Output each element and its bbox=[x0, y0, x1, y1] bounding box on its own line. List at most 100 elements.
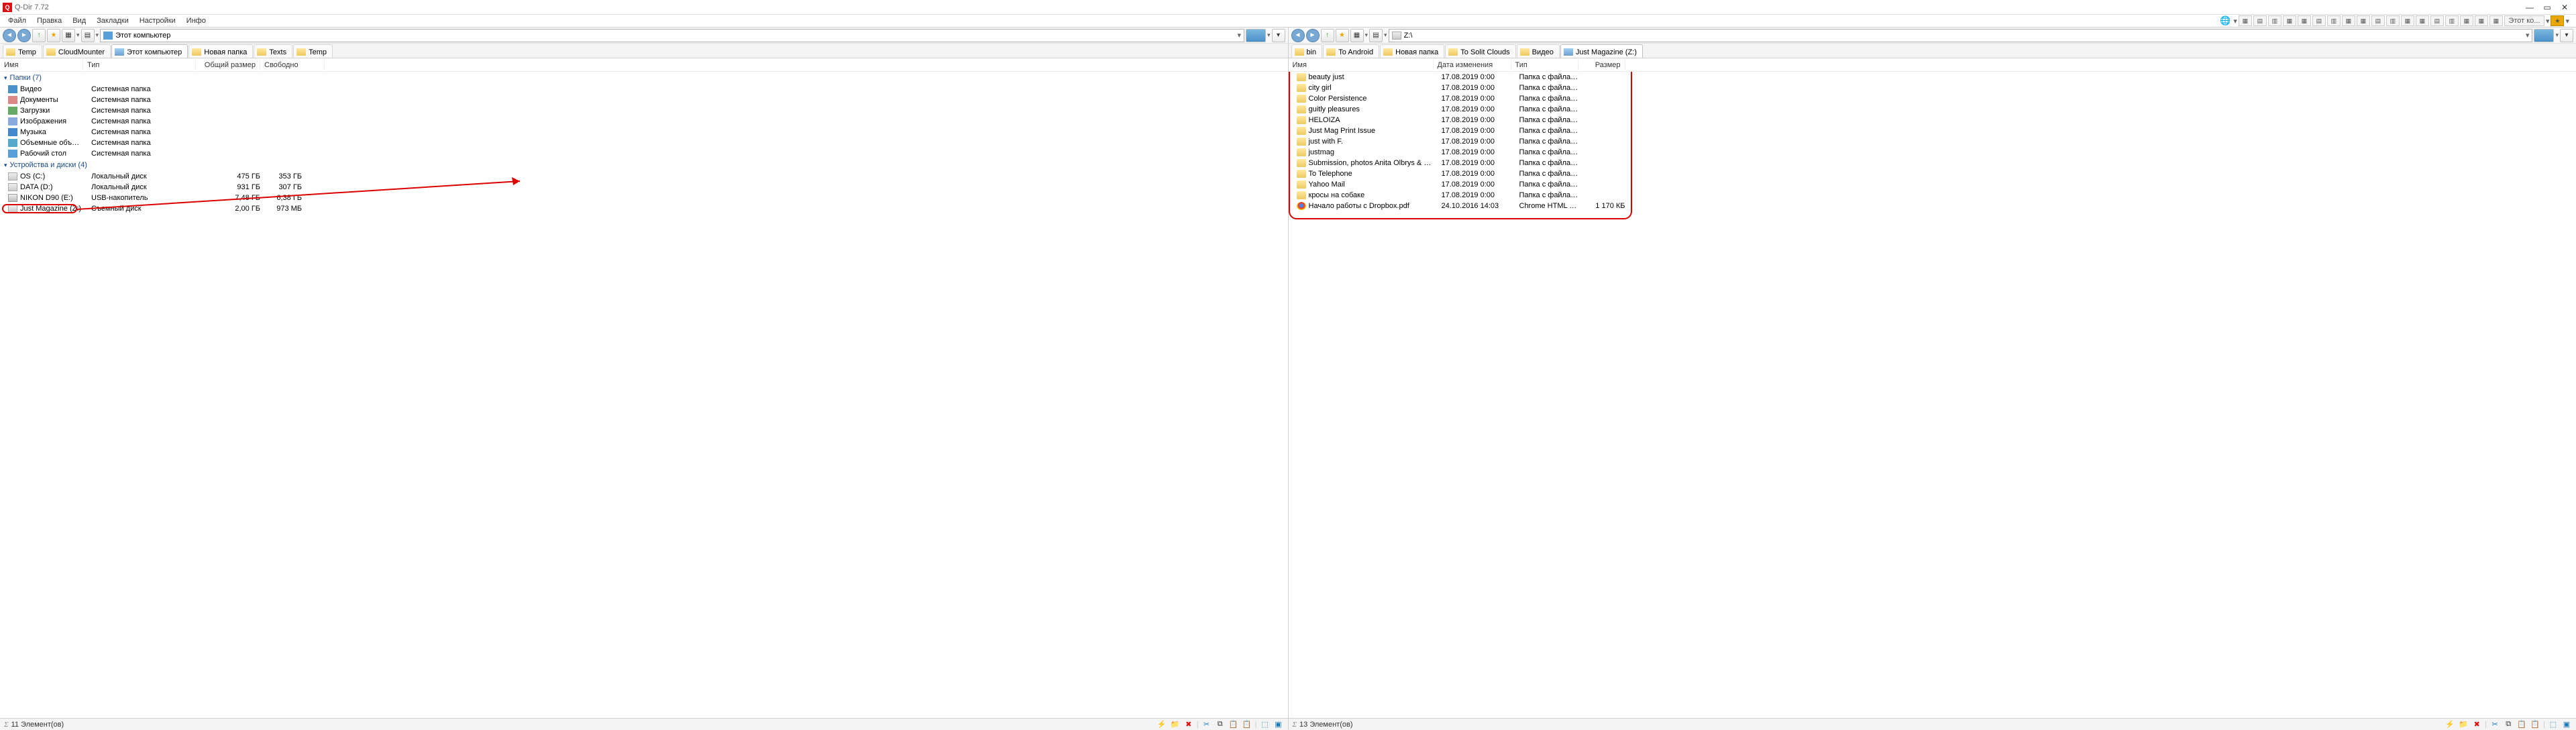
layout-btn-11[interactable]: ▥ bbox=[2386, 15, 2400, 26]
layout-btn-6[interactable]: ▤ bbox=[2312, 15, 2326, 26]
copy-icon[interactable]: ⧉ bbox=[1215, 720, 1226, 729]
list-row[interactable]: ЗагрузкиСистемная папка bbox=[0, 105, 1288, 116]
close-button[interactable]: ✕ bbox=[2556, 1, 2573, 13]
right-extra-button[interactable]: ▾ bbox=[2560, 29, 2573, 42]
folder-icon[interactable]: 📁 bbox=[1170, 720, 1181, 729]
up-button[interactable]: ↑ bbox=[32, 29, 46, 42]
delete-icon[interactable]: ✖ bbox=[2471, 720, 2482, 729]
list-row[interactable]: just with F.17.08.2019 0:00Папка с файла… bbox=[1289, 136, 2576, 147]
list-row[interactable]: NIKON D90 (E:)USB-накопитель7,48 ГБ6,38 … bbox=[0, 193, 1288, 203]
cut-icon[interactable]: ✂ bbox=[1201, 720, 1212, 729]
grid-button[interactable]: ▦ bbox=[62, 29, 75, 42]
expand-icon[interactable]: ▣ bbox=[2561, 720, 2572, 729]
filter-button[interactable]: ▤ bbox=[81, 29, 95, 42]
tab[interactable]: Just Magazine (Z:) bbox=[1560, 44, 1643, 58]
layout-btn-13[interactable]: ▦ bbox=[2416, 15, 2429, 26]
col-type[interactable]: Тип bbox=[83, 60, 196, 70]
left-list-body[interactable]: Папки (7)ВидеоСистемная папкаДокументыСи… bbox=[0, 72, 1288, 718]
list-row[interactable]: city girl17.08.2019 0:00Папка с файлами bbox=[1289, 83, 2576, 93]
list-row[interactable]: justmag17.08.2019 0:00Папка с файлами bbox=[1289, 147, 2576, 158]
minimize-button[interactable]: — bbox=[2521, 1, 2538, 13]
list-row[interactable]: ДокументыСистемная папка bbox=[0, 95, 1288, 105]
col-size[interactable]: Размер bbox=[1578, 60, 1625, 70]
list-row[interactable]: ИзображенияСистемная папка bbox=[0, 116, 1288, 127]
list-row[interactable]: OS (C:)Локальный диск475 ГБ353 ГБ bbox=[0, 171, 1288, 182]
tab[interactable]: Texts bbox=[254, 44, 292, 58]
tab[interactable]: Видео bbox=[1517, 44, 1560, 58]
up-button[interactable]: ↑ bbox=[1321, 29, 1334, 42]
filter-button[interactable]: ▤ bbox=[1369, 29, 1383, 42]
list-row[interactable]: Рабочий столСистемная папка bbox=[0, 148, 1288, 159]
layout-btn-7[interactable]: ▥ bbox=[2327, 15, 2341, 26]
layout-btn-8[interactable]: ▦ bbox=[2342, 15, 2355, 26]
tab[interactable]: Temp bbox=[3, 44, 42, 58]
list-row[interactable]: ВидеоСистемная папка bbox=[0, 84, 1288, 95]
list-row[interactable]: Submission, photos Anita Olbrys & Zbigni… bbox=[1289, 158, 2576, 168]
left-extra-button[interactable]: ▾ bbox=[1272, 29, 1285, 42]
list-row[interactable]: DATA (D:)Локальный диск931 ГБ307 ГБ bbox=[0, 182, 1288, 193]
right-address-bar[interactable]: Z:\ ▾ bbox=[1389, 29, 2533, 42]
list-row[interactable]: кросы на собаке17.08.2019 0:00Папка с фа… bbox=[1289, 190, 2576, 201]
layout-btn-1[interactable]: ▦ bbox=[2239, 15, 2252, 26]
col-date[interactable]: Дата изменения bbox=[1434, 60, 1511, 70]
tab[interactable]: Temp bbox=[293, 44, 333, 58]
layout-btn-9[interactable]: ▦ bbox=[2357, 15, 2370, 26]
tab[interactable]: bin bbox=[1291, 44, 1323, 58]
cut-icon[interactable]: ✂ bbox=[2489, 720, 2500, 729]
forward-button[interactable]: ► bbox=[17, 29, 31, 42]
folder-icon[interactable]: 📁 bbox=[2458, 720, 2469, 729]
list-row[interactable]: Начало работы с Dropbox.pdf24.10.2016 14… bbox=[1289, 201, 2576, 211]
col-size[interactable]: Общий размер bbox=[196, 60, 260, 70]
menu-bookmarks[interactable]: Закладки bbox=[91, 15, 134, 26]
col-name[interactable]: Имя bbox=[1289, 60, 1434, 70]
paste2-icon[interactable]: 📋 bbox=[2530, 720, 2540, 729]
expand-icon[interactable]: ▣ bbox=[1273, 720, 1284, 729]
right-view-button[interactable] bbox=[2534, 29, 2554, 42]
tab[interactable]: Новая папка bbox=[1380, 44, 1444, 58]
layout-btn-12[interactable]: ▦ bbox=[2401, 15, 2414, 26]
tab[interactable]: Новая папка bbox=[189, 44, 253, 58]
back-button[interactable]: ◄ bbox=[3, 29, 16, 42]
paste-icon[interactable]: 📋 bbox=[1228, 720, 1239, 729]
list-row[interactable]: Объемные объектыСистемная папка bbox=[0, 138, 1288, 148]
col-name[interactable]: Имя bbox=[0, 60, 83, 70]
menu-settings[interactable]: Настройки bbox=[134, 15, 181, 26]
flash-icon[interactable]: ⚡ bbox=[1157, 720, 1167, 729]
tree-icon[interactable]: ⬚ bbox=[1260, 720, 1271, 729]
menu-edit[interactable]: Правка bbox=[32, 15, 67, 26]
tab[interactable]: To Android bbox=[1323, 44, 1379, 58]
list-row[interactable]: Just Magazine (Z:)Съемный диск2,00 ГБ973… bbox=[0, 203, 1288, 214]
col-type[interactable]: Тип bbox=[1511, 60, 1578, 70]
list-row[interactable]: Yahoo Mail17.08.2019 0:00Папка с файлами bbox=[1289, 179, 2576, 190]
group-header[interactable]: Папки (7) bbox=[0, 72, 1288, 84]
star-icon[interactable]: ★ bbox=[2551, 15, 2564, 26]
forward-button[interactable]: ► bbox=[1306, 29, 1320, 42]
globe-icon[interactable]: 🌐 bbox=[2218, 15, 2232, 26]
list-row[interactable]: HELOIZA17.08.2019 0:00Папка с файлами bbox=[1289, 115, 2576, 125]
grid-button[interactable]: ▦ bbox=[1350, 29, 1364, 42]
copy-icon[interactable]: ⧉ bbox=[2503, 720, 2514, 729]
list-row[interactable]: beauty just17.08.2019 0:00Папка с файлам… bbox=[1289, 72, 2576, 83]
layout-btn-3[interactable]: ▥ bbox=[2268, 15, 2282, 26]
layout-btn-4[interactable]: ▦ bbox=[2283, 15, 2296, 26]
list-row[interactable]: МузыкаСистемная папка bbox=[0, 127, 1288, 138]
location-label-icon[interactable]: Этот ко... bbox=[2504, 15, 2544, 26]
delete-icon[interactable]: ✖ bbox=[1183, 720, 1194, 729]
paste-icon[interactable]: 📋 bbox=[2516, 720, 2527, 729]
favorites-button[interactable]: ★ bbox=[1336, 29, 1349, 42]
layout-btn-2[interactable]: ▤ bbox=[2253, 15, 2267, 26]
layout-btn-18[interactable]: ▦ bbox=[2489, 15, 2503, 26]
flash-icon[interactable]: ⚡ bbox=[2445, 720, 2455, 729]
menu-view[interactable]: Вид bbox=[67, 15, 91, 26]
favorites-button[interactable]: ★ bbox=[47, 29, 60, 42]
left-view-button[interactable] bbox=[1246, 29, 1266, 42]
group-header[interactable]: Устройства и диски (4) bbox=[0, 159, 1288, 171]
paste2-icon[interactable]: 📋 bbox=[1242, 720, 1252, 729]
layout-btn-10[interactable]: ▤ bbox=[2371, 15, 2385, 26]
tab[interactable]: Этот компьютер bbox=[111, 44, 188, 58]
tab[interactable]: To Solit Clouds bbox=[1445, 44, 1515, 58]
col-free[interactable]: Свободно bbox=[260, 60, 325, 70]
maximize-button[interactable]: ▭ bbox=[2538, 1, 2556, 13]
layout-btn-15[interactable]: ▥ bbox=[2445, 15, 2459, 26]
layout-btn-17[interactable]: ▦ bbox=[2475, 15, 2488, 26]
